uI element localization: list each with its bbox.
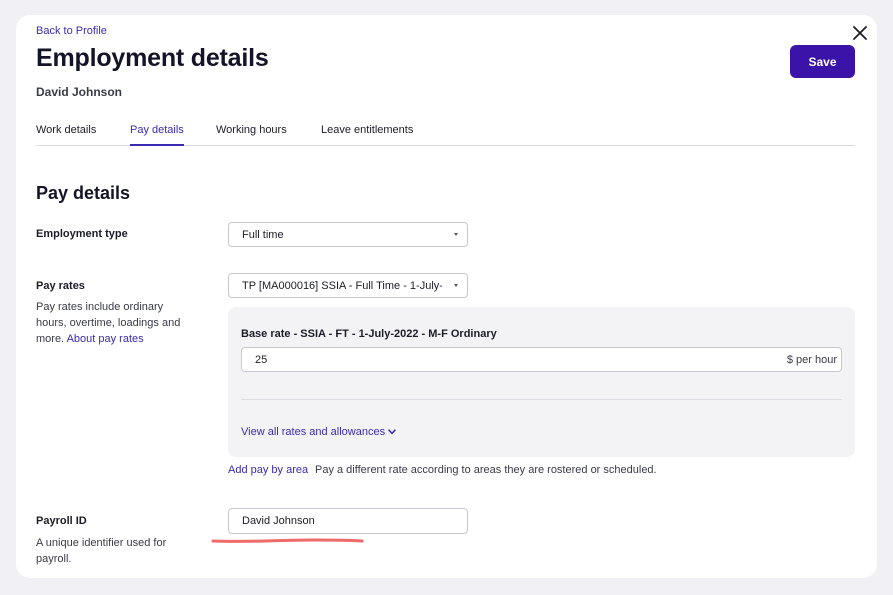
annotation-underline bbox=[211, 538, 364, 543]
payroll-id-label: Payroll ID bbox=[36, 515, 87, 527]
pay-rate-select[interactable]: TP [MA000016] SSIA - Full Time - 1-July- bbox=[228, 273, 468, 298]
payroll-id-help: A unique identifier used for payroll. bbox=[36, 537, 167, 565]
base-rate-unit: $ per hour bbox=[786, 354, 837, 366]
dropdown-caret-icon bbox=[454, 233, 458, 236]
base-rate-title: Base rate - SSIA - FT - 1-July-2022 - M-… bbox=[241, 328, 497, 340]
tab-bar: Work details Pay details Working hours L… bbox=[36, 124, 855, 146]
tab-work-details[interactable]: Work details bbox=[36, 124, 96, 146]
employment-type-label: Employment type bbox=[36, 228, 128, 240]
employment-type-select[interactable]: Full time bbox=[228, 222, 468, 247]
add-pay-by-area-link[interactable]: Add pay by area bbox=[228, 464, 308, 476]
chevron-down-icon bbox=[388, 429, 396, 435]
employment-type-value: Full time bbox=[242, 228, 284, 241]
view-all-rates-label: View all rates and allowances bbox=[241, 426, 386, 438]
dropdown-caret-icon bbox=[454, 284, 458, 287]
section-title: Pay details bbox=[36, 183, 131, 203]
divider bbox=[241, 399, 842, 400]
save-button[interactable]: Save bbox=[790, 45, 855, 78]
tab-pay-details[interactable]: Pay details bbox=[130, 124, 184, 146]
employee-name: David Johnson bbox=[36, 85, 123, 99]
close-icon bbox=[853, 26, 867, 40]
view-all-rates-link[interactable]: View all rates and allowances bbox=[241, 426, 396, 438]
add-pay-by-area-description: Pay a different rate according to areas … bbox=[315, 464, 657, 476]
payroll-id-input[interactable]: David Johnson bbox=[228, 508, 468, 534]
page-title: Employment details bbox=[36, 44, 269, 72]
pay-rate-value: TP [MA000016] SSIA - Full Time - 1-July- bbox=[242, 279, 442, 292]
pay-rates-help: Pay rates include ordinary hours, overti… bbox=[36, 299, 196, 347]
back-to-profile-link[interactable]: Back to Profile bbox=[36, 25, 107, 37]
payroll-id-value: David Johnson bbox=[242, 515, 315, 527]
about-pay-rates-link[interactable]: About pay rates bbox=[67, 333, 144, 345]
pay-rates-label: Pay rates bbox=[36, 280, 85, 292]
tab-working-hours[interactable]: Working hours bbox=[216, 124, 287, 146]
base-rate-value: 25 bbox=[255, 354, 268, 366]
close-button[interactable] bbox=[850, 23, 870, 43]
tab-leave-entitlements[interactable]: Leave entitlements bbox=[321, 124, 413, 146]
base-rate-input[interactable]: 25 $ per hour bbox=[241, 347, 842, 372]
